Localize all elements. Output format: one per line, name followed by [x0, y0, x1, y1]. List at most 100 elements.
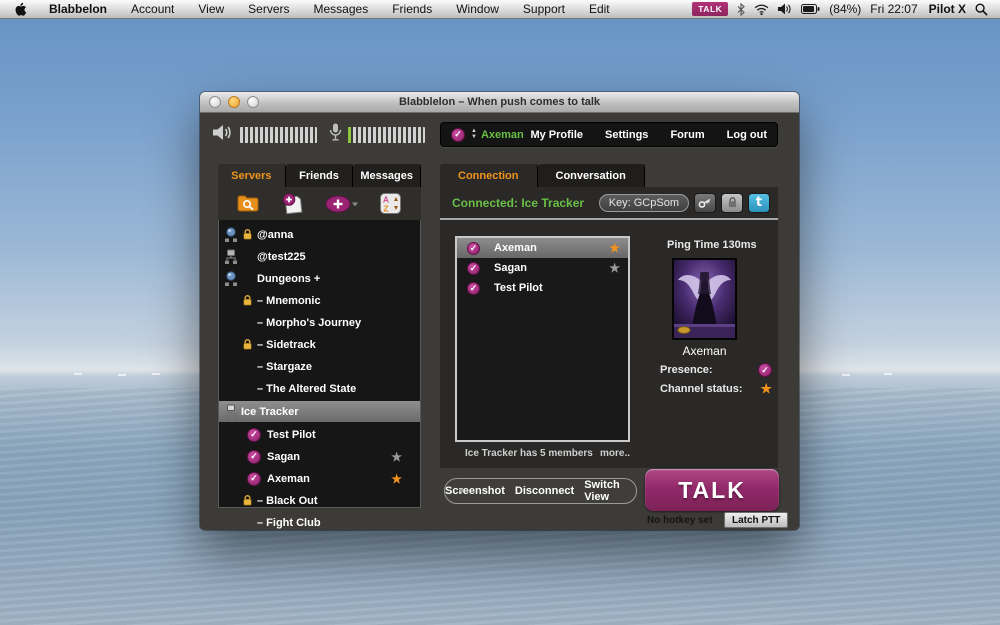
presence-check-icon[interactable]: ✓	[451, 128, 465, 142]
presence-check-icon: ✓	[467, 242, 480, 255]
forum-link[interactable]: Forum	[670, 129, 704, 141]
apple-menu-icon[interactable]	[0, 2, 37, 17]
disconnect-button[interactable]: Disconnect	[515, 485, 574, 497]
presence-check-icon: ✓	[467, 262, 480, 275]
microphone-icon[interactable]	[329, 123, 342, 147]
server-item-test225[interactable]: @test225	[219, 247, 420, 266]
twitter-button[interactable]: t	[748, 193, 770, 213]
sort-az-icon[interactable]: AZ	[379, 193, 403, 215]
my-profile-link[interactable]: My Profile	[530, 129, 583, 141]
presence-check-icon: ✓	[247, 450, 261, 464]
presence-stepper[interactable]: ▲▼	[471, 129, 477, 140]
member-item-axeman[interactable]: ✓ Axeman ★	[219, 469, 420, 488]
speaker-icon[interactable]	[213, 124, 234, 146]
presence-check-icon: ✓	[758, 363, 772, 377]
menu-messages[interactable]: Messages	[302, 0, 381, 18]
wifi-icon[interactable]	[754, 4, 769, 15]
menu-edit[interactable]: Edit	[577, 0, 622, 18]
profile-name: Axeman	[662, 344, 747, 358]
output-level-meter[interactable]	[240, 127, 317, 143]
svg-text:Z: Z	[384, 204, 389, 214]
blabbelon-window: Blabblelon – When push comes to talk Ser…	[200, 92, 799, 530]
logout-link[interactable]: Log out	[727, 129, 767, 141]
tab-conversation[interactable]: Conversation	[538, 164, 645, 187]
minimize-button[interactable]	[228, 96, 240, 108]
settings-link[interactable]: Settings	[605, 129, 648, 141]
connection-status-text: Connected: Ice Tracker	[452, 196, 584, 210]
menu-friends[interactable]: Friends	[380, 0, 444, 18]
key-button[interactable]	[694, 193, 716, 213]
server-item-dungeons[interactable]: Dungeons +	[219, 269, 420, 288]
user-avatar-image	[672, 258, 737, 340]
presence-row: Presence: ✓	[660, 363, 772, 377]
member-item-test-pilot[interactable]: ✓ Test Pilot	[219, 425, 420, 444]
screenshot-button[interactable]: Screenshot	[445, 485, 505, 497]
connection-header: Connected: Ice Tracker Key: GCpSom t	[440, 187, 778, 220]
current-username: Axeman	[481, 129, 524, 141]
input-level-meter[interactable]	[348, 127, 425, 143]
new-message-icon[interactable]	[280, 193, 304, 215]
window-titlebar[interactable]: Blabblelon – When push comes to talk	[200, 92, 799, 113]
server-item-anna[interactable]: @anna	[219, 225, 420, 244]
left-tab-bar: Servers Friends Messages	[218, 164, 421, 187]
channel-item-mnemonic[interactable]: – Mnemonic	[219, 291, 420, 310]
add-channel-icon[interactable]	[325, 193, 359, 215]
menu-app-name[interactable]: Blabbelon	[37, 0, 119, 18]
channel-status-row: Channel status: ★	[660, 381, 772, 397]
bluetooth-icon[interactable]	[737, 3, 745, 16]
channel-member-list: ✓ Axeman ★ ✓ Sagan ★ ✓ Test Pilot	[455, 236, 630, 442]
window-title: Blabblelon – When push comes to talk	[399, 96, 600, 108]
menu-account[interactable]: Account	[119, 0, 186, 18]
user-menu[interactable]: Pilot X	[927, 2, 966, 16]
menu-bar: Blabbelon Account View Servers Messages …	[0, 0, 1000, 19]
tab-messages[interactable]: Messages	[353, 164, 421, 187]
tab-connection[interactable]: Connection	[440, 164, 538, 187]
channel-item-stargaze[interactable]: – Stargaze	[219, 357, 420, 376]
channel-item-black-out[interactable]: – Black Out	[219, 491, 420, 510]
lock-channel-button[interactable]	[721, 193, 743, 213]
search-server-folder-icon[interactable]	[236, 193, 260, 215]
member-row-test-pilot[interactable]: ✓ Test Pilot	[457, 278, 628, 298]
menu-servers[interactable]: Servers	[236, 0, 301, 18]
menu-view[interactable]: View	[186, 0, 236, 18]
latch-ptt-button[interactable]: Latch PTT	[724, 512, 788, 528]
channel-key-button[interactable]: Key: GCpSom	[599, 194, 689, 212]
server-tree: @anna @test225 Dungeons + – Mnemonic – M…	[218, 220, 421, 508]
channel-star-icon: ★	[760, 381, 772, 397]
lock-icon	[239, 294, 255, 307]
menu-support[interactable]: Support	[511, 0, 577, 18]
hotkey-note: No hotkey set	[647, 515, 713, 526]
channel-item-fight-club[interactable]: – Fight Club	[219, 513, 420, 532]
lock-icon	[239, 228, 255, 241]
audio-meters	[213, 124, 425, 146]
channel-item-morphos-journey[interactable]: – Morpho's Journey	[219, 313, 420, 332]
member-row-sagan[interactable]: ✓ Sagan ★	[457, 258, 628, 278]
globe-node-icon	[223, 227, 239, 243]
volume-icon[interactable]	[778, 3, 792, 15]
tab-friends[interactable]: Friends	[286, 164, 354, 187]
channel-item-sidetrack[interactable]: – Sidetrack	[219, 335, 420, 354]
action-button-group[interactable]: ▼ Screenshot Disconnect Switch View	[444, 478, 637, 504]
connection-panel: Connected: Ice Tracker Key: GCpSom t ✓ A…	[440, 187, 778, 468]
member-row-axeman[interactable]: ✓ Axeman ★	[457, 238, 628, 258]
menu-clock[interactable]: Fri 22:07	[870, 2, 917, 16]
switch-view-button[interactable]: Switch View	[584, 479, 636, 503]
channel-star-icon: ★	[391, 473, 402, 485]
talk-status-badge[interactable]: TALK	[692, 2, 728, 16]
zoom-button[interactable]	[247, 96, 259, 108]
server-item-ice-tracker-selected[interactable]: Ice Tracker	[219, 401, 420, 422]
member-item-sagan[interactable]: ✓ Sagan ★	[219, 447, 420, 466]
channel-star-icon: ★	[609, 241, 620, 255]
presence-check-icon: ✓	[467, 282, 480, 295]
channel-item-altered-state[interactable]: – The Altered State	[219, 379, 420, 398]
more-link[interactable]: more..	[600, 448, 630, 459]
close-button[interactable]	[209, 96, 221, 108]
dropdown-triangle-icon[interactable]: ▼	[457, 486, 466, 496]
battery-icon[interactable]	[801, 4, 820, 14]
spotlight-search-icon[interactable]	[975, 3, 988, 16]
menu-window[interactable]: Window	[444, 0, 511, 18]
network-node-icon	[223, 404, 239, 420]
channel-star-icon: ★	[609, 261, 620, 275]
talk-button[interactable]: TALK	[645, 469, 779, 511]
tab-servers[interactable]: Servers	[218, 164, 286, 187]
